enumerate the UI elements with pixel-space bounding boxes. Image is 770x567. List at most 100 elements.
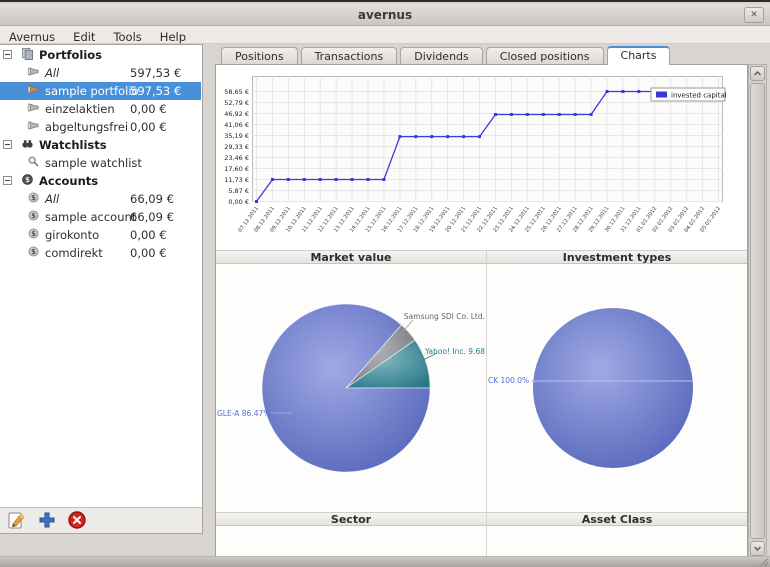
- vertical-scrollbar[interactable]: [748, 64, 767, 558]
- pie-label-stock: CK 100.0%: [488, 376, 529, 385]
- edit-button[interactable]: [6, 510, 28, 532]
- sidebar-item-all[interactable]: $All66,09 €: [0, 190, 201, 208]
- section-header-row-1: Market value Investment types: [216, 250, 747, 264]
- pie-label-google: GLE-A 86.47%: [217, 409, 270, 418]
- svg-text:$: $: [31, 248, 36, 256]
- menu-tools[interactable]: Tools: [104, 28, 150, 44]
- sidebar-group-portfolios[interactable]: Portfolios: [0, 46, 201, 64]
- svg-text:58,65 €: 58,65 €: [224, 88, 249, 96]
- coin-icon: $: [27, 245, 40, 261]
- expander-icon[interactable]: [3, 174, 16, 188]
- sidebar-group-watchlists[interactable]: Watchlists: [0, 136, 201, 154]
- svg-text:$: $: [31, 212, 36, 220]
- tree-item-label: sample watchlist: [45, 156, 142, 170]
- tab-transactions[interactable]: Transactions: [301, 47, 398, 64]
- tree-item-label: All: [45, 66, 59, 80]
- expander-icon[interactable]: [3, 138, 16, 152]
- tree-item-value: 66,09 €: [130, 192, 174, 206]
- tree-item-label: Portfolios: [39, 48, 102, 62]
- portfolio-icon: [27, 101, 40, 117]
- expander-icon[interactable]: [3, 48, 16, 62]
- svg-text:41,06 €: 41,06 €: [224, 121, 249, 129]
- tree-item-value: 0,00 €: [130, 246, 167, 260]
- sidebar-item-comdirekt[interactable]: $ comdirekt 0,00 €: [0, 244, 201, 262]
- tree-item-value: 0,00 €: [130, 228, 167, 242]
- sidebar-item-sample-account[interactable]: $ sample account66,09 €: [0, 208, 201, 226]
- tree-item-value: 597,53 €: [130, 84, 181, 98]
- tab-positions[interactable]: Positions: [221, 47, 298, 64]
- menu-help[interactable]: Help: [151, 28, 195, 44]
- sidebar-item-all[interactable]: All 597,53 €: [0, 64, 201, 82]
- app-window: avernus ✕ AvernusEditToolsHelp Portfolio…: [0, 0, 770, 567]
- account-group-icon: $: [21, 173, 34, 189]
- svg-text:23,46 €: 23,46 €: [224, 154, 249, 162]
- window-title: avernus: [0, 8, 770, 22]
- tab-closed-positions[interactable]: Closed positions: [486, 47, 604, 64]
- tree-item-value: 0,00 €: [130, 102, 167, 116]
- edit-icon: [7, 518, 27, 533]
- watchlist-group-icon: [21, 137, 34, 153]
- coin-icon: $: [27, 209, 40, 225]
- sidebar-toolbar: [0, 507, 202, 533]
- sidebar-panel: PortfoliosAll597,53 €sample portfolio597…: [0, 44, 203, 534]
- sector-chart-area: [216, 526, 487, 557]
- scrollbar-down-button[interactable]: [750, 541, 765, 556]
- tree-item-label: Watchlists: [39, 138, 107, 152]
- resize-grip[interactable]: [756, 557, 768, 566]
- svg-text:35,19 €: 35,19 €: [224, 132, 249, 140]
- add-icon: [37, 518, 57, 533]
- sidebar-item-sample-portfolio[interactable]: sample portfolio597,53 €: [0, 82, 201, 100]
- svg-text:invested capital: invested capital: [671, 92, 727, 100]
- tree-item-label: sample portfolio: [45, 84, 139, 98]
- scrollbar-up-button[interactable]: [750, 66, 765, 81]
- chevron-up-icon: [753, 70, 762, 77]
- portfolio-group-icon: [21, 47, 34, 63]
- market-value-leader-lines: [216, 264, 487, 512]
- tree-item-label: All: [45, 192, 59, 206]
- asset-class-chart-area: [487, 526, 747, 557]
- tree-item-label: Accounts: [39, 174, 98, 188]
- chart-legend: invested capital: [651, 88, 727, 101]
- titlebar[interactable]: avernus ✕: [0, 4, 770, 26]
- coin-icon: $: [27, 227, 40, 243]
- section-header-sector: Sector: [216, 512, 487, 526]
- portfolio-icon: [27, 65, 40, 81]
- magnifier-icon: [27, 155, 40, 171]
- svg-text:52,79 €: 52,79 €: [224, 99, 249, 107]
- sidebar-item-abgeltungsfrei[interactable]: abgeltungsfrei0,00 €: [0, 118, 201, 136]
- tab-dividends[interactable]: Dividends: [400, 47, 483, 64]
- add-button[interactable]: [36, 510, 58, 532]
- portfolio-icon: [27, 119, 40, 135]
- tree-item-label: sample account: [45, 210, 136, 224]
- tree-item-label: einzelaktien: [45, 102, 115, 116]
- tree-item-value: 0,00 €: [130, 120, 167, 134]
- svg-text:29,33 €: 29,33 €: [224, 143, 249, 151]
- delete-button[interactable]: [66, 510, 88, 532]
- sidebar-item-einzelaktien[interactable]: einzelaktien 0,00 €: [0, 100, 201, 118]
- sidebar-item-girokonto[interactable]: $ girokonto 0,00 €: [0, 226, 201, 244]
- sidebar-item-sample-watchlist[interactable]: sample watchlist: [0, 154, 201, 172]
- section-header-market-value: Market value: [216, 250, 487, 264]
- tree-item-value: 597,53 €: [130, 66, 181, 80]
- scrollbar-thumb[interactable]: [750, 83, 765, 539]
- menu-avernus[interactable]: Avernus: [0, 28, 64, 44]
- sidebar-group-accounts[interactable]: $ Accounts: [0, 172, 201, 190]
- delete-icon: [67, 518, 87, 533]
- market-value-pie-panel: GLE-A 86.47% Samsung SDI Co. Ltd. Yahoo!…: [216, 264, 487, 512]
- investment-types-pie-panel: CK 100.0%: [487, 264, 747, 512]
- close-button[interactable]: ✕: [744, 7, 764, 23]
- menu-edit[interactable]: Edit: [64, 28, 104, 44]
- tab-charts[interactable]: Charts: [607, 46, 671, 65]
- pie-label-samsung: Samsung SDI Co. Ltd.: [404, 312, 485, 321]
- panel-divider: [203, 44, 215, 558]
- empty-chart-row: [216, 526, 747, 557]
- tree-item-label: abgeltungsfrei: [45, 120, 128, 134]
- tree-item-value: 66,09 €: [130, 210, 174, 224]
- tree-item-label: girokonto: [45, 228, 99, 242]
- tab-bar: PositionsTransactionsDividendsClosed pos…: [221, 46, 673, 64]
- tree-item-label: comdirekt: [45, 246, 103, 260]
- portfolio-icon: [27, 83, 40, 99]
- svg-text:$: $: [31, 230, 36, 238]
- menubar: AvernusEditToolsHelp: [0, 26, 770, 44]
- scrollbar-track[interactable]: [750, 83, 765, 539]
